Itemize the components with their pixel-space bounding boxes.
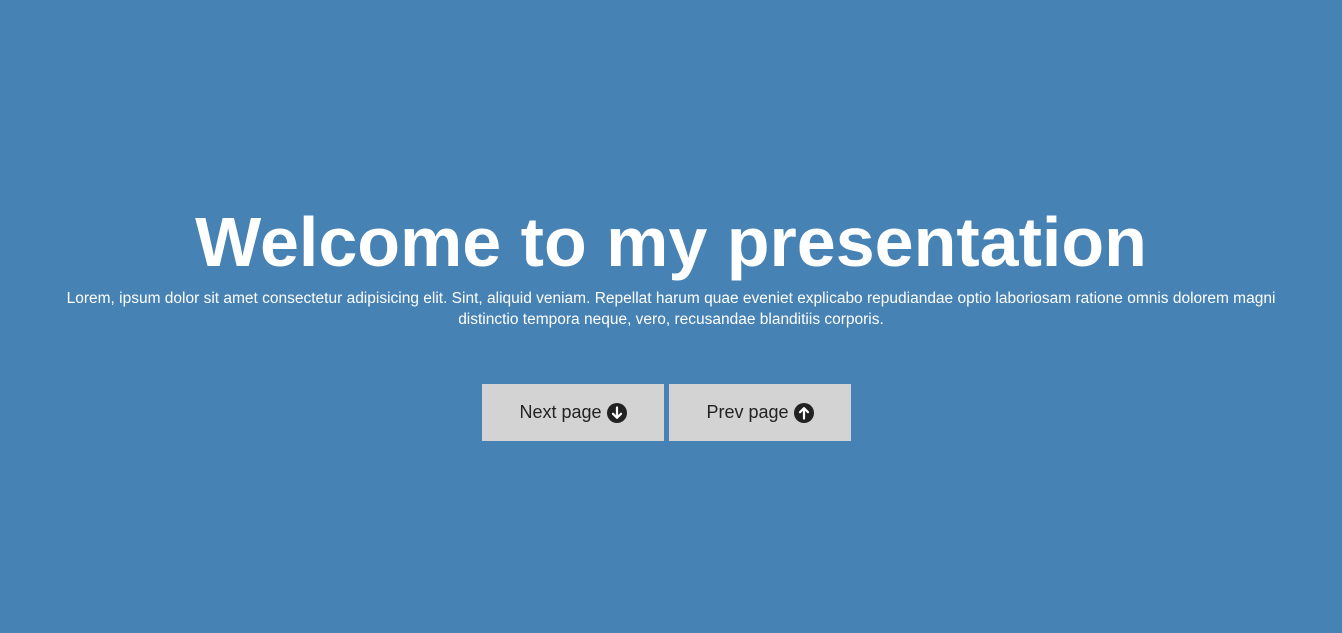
prev-page-button[interactable]: Prev page xyxy=(669,384,851,441)
next-page-label: Next page xyxy=(519,402,602,422)
page-title: Welcome to my presentation xyxy=(195,203,1147,281)
next-page-button[interactable]: Next page xyxy=(482,384,664,441)
prev-page-label: Prev page xyxy=(706,402,789,422)
arrow-up-circle-icon xyxy=(793,402,814,423)
hero: Welcome to my presentation Lorem, ipsum … xyxy=(0,200,1342,330)
arrow-down-circle-icon xyxy=(606,402,627,423)
navigation-buttons: Next page Prev page xyxy=(482,384,851,441)
slide: Welcome to my presentation Lorem, ipsum … xyxy=(0,0,1342,633)
hero-description: Lorem, ipsum dolor sit amet consectetur … xyxy=(66,290,1276,328)
